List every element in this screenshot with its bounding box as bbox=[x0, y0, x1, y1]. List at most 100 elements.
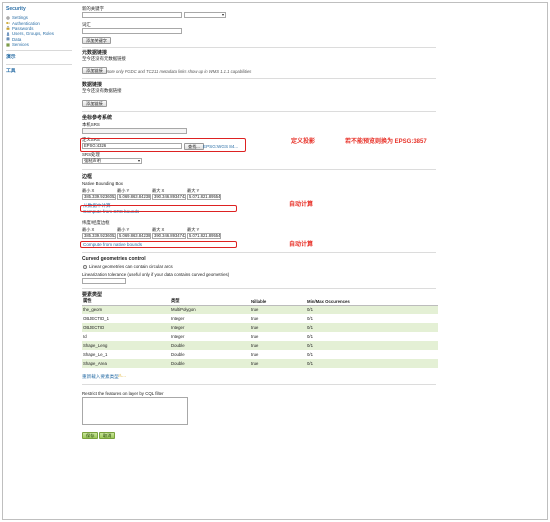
col-header-nillable: Nillable bbox=[250, 298, 306, 306]
add-data-link-button[interactable]: 添加链接 bbox=[82, 100, 107, 107]
vocabulary-field[interactable] bbox=[82, 28, 182, 34]
annotation-box-declared-srs bbox=[80, 138, 246, 152]
cell-nillable: true bbox=[250, 323, 306, 332]
crs-title: 坐标参考系统 bbox=[82, 115, 113, 121]
cell-type: Double bbox=[170, 350, 250, 359]
table-row: Shape_Leng Double true 0/1 bbox=[82, 341, 438, 350]
metadata-links-note: Note only FGDC and TC211 metadata links … bbox=[106, 68, 252, 74]
divider bbox=[82, 384, 436, 385]
annotation-box-compute-data bbox=[80, 205, 237, 212]
key-icon bbox=[6, 21, 10, 25]
cell-nillable: true bbox=[250, 305, 306, 314]
annotation-define-projection: 定义投影 bbox=[291, 139, 316, 145]
cell-attribute: Id bbox=[82, 332, 170, 341]
services-icon bbox=[6, 43, 10, 47]
radio-icon[interactable] bbox=[83, 264, 87, 269]
annotation-preview-note: 若不能预览则换为 EPSG:3857 bbox=[345, 139, 427, 145]
divider bbox=[82, 47, 436, 48]
annotation-auto-compute-2: 自动计算 bbox=[289, 242, 314, 248]
divider bbox=[82, 169, 436, 170]
latlon-minx-field[interactable]: 385.339.9236052 bbox=[82, 233, 116, 239]
col-header-type: 类型 bbox=[170, 298, 250, 306]
annotation-auto-compute-1: 自动计算 bbox=[289, 202, 314, 208]
cell-type: MultiPolygon bbox=[170, 305, 250, 314]
sidebar-item-label: Data bbox=[12, 36, 22, 42]
sidebar-divider bbox=[6, 50, 72, 52]
cell-attribute: the_geom bbox=[82, 305, 170, 314]
native-bbox-label: Native Bounding Box bbox=[82, 181, 124, 186]
srs-policy-select[interactable]: 强制声明 ▾ bbox=[82, 158, 142, 164]
data-links-title: 数据链接 bbox=[82, 82, 103, 88]
cell-type: Integer bbox=[170, 323, 250, 332]
users-icon bbox=[6, 32, 10, 36]
keyword-value-field[interactable] bbox=[82, 12, 182, 18]
cell-occurrences: 0/1 bbox=[306, 332, 438, 341]
native-minx-field[interactable]: 385.339.9236052 bbox=[82, 194, 116, 200]
sidebar-divider bbox=[6, 64, 72, 66]
cell-type: Double bbox=[170, 341, 250, 350]
reload-feature-type-link[interactable]: 重新载入要素类型 bbox=[82, 374, 119, 380]
sidebar-item-label: Settings bbox=[12, 15, 28, 21]
sidebar-link-demo[interactable]: 演示 bbox=[6, 53, 72, 61]
keyword-language-select[interactable]: ▾ bbox=[184, 12, 226, 18]
metadata-links-empty-text: 至今还没有元数据链接 bbox=[82, 56, 126, 61]
add-metadata-link-button[interactable]: 添加链接 bbox=[82, 67, 107, 74]
latlon-bbox-label: 纬度/经度边框 bbox=[82, 220, 110, 225]
sidebar-item-label: Users, Groups, Roles bbox=[12, 31, 54, 37]
cell-nillable: true bbox=[250, 359, 306, 368]
cell-occurrences: 0/1 bbox=[306, 323, 438, 332]
lock-icon bbox=[6, 26, 10, 31]
metadata-links-title: 元数据链接 bbox=[82, 50, 108, 56]
table-row: Shape_Le_1 Double true 0/1 bbox=[82, 350, 438, 359]
cell-attribute: OBJECTID_1 bbox=[82, 314, 170, 323]
divider bbox=[82, 252, 436, 253]
native-maxy-field[interactable]: 5.071.821.895545 bbox=[187, 194, 221, 200]
cell-attribute: Shape_Area bbox=[82, 359, 170, 368]
tolerance-label: Linearization tolerance (useful only if … bbox=[82, 272, 230, 277]
linear-arcs-label: Linear geometries can contain circular a… bbox=[89, 264, 173, 269]
cell-attribute: Shape_Leng bbox=[82, 341, 170, 350]
keyword-field-label: 新的关键字 bbox=[82, 6, 104, 11]
cell-occurrences: 0/1 bbox=[306, 305, 438, 314]
add-keyword-button[interactable]: 添加关键字 bbox=[82, 37, 111, 44]
attributes-table: 属性 类型 Nillable Min/Max Occurences the_ge… bbox=[82, 298, 438, 368]
table-row: the_geom MultiPolygon true 0/1 bbox=[82, 305, 438, 314]
divider bbox=[82, 111, 436, 112]
cancel-button[interactable]: 取消 bbox=[99, 432, 116, 439]
sidebar-item-services[interactable]: Services bbox=[6, 42, 72, 47]
latlon-miny-field[interactable]: 5.069.863.842386 bbox=[117, 233, 151, 239]
cell-type: Double bbox=[170, 359, 250, 368]
srs-policy-value: 强制声明 bbox=[84, 158, 101, 163]
cell-occurrences: 0/1 bbox=[306, 314, 438, 323]
chevron-down-icon: ▾ bbox=[137, 158, 140, 163]
cell-occurrences: 0/1 bbox=[306, 350, 438, 359]
table-row: OBJECTID Integer true 0/1 bbox=[82, 323, 438, 332]
latlon-maxy-field[interactable]: 5.071.821.895545 bbox=[187, 233, 221, 239]
cell-occurrences: 0/1 bbox=[306, 341, 438, 350]
cql-filter-label: Restrict the features on layer by CQL fi… bbox=[82, 391, 164, 396]
gear-icon bbox=[6, 16, 10, 20]
tolerance-field[interactable] bbox=[82, 278, 126, 284]
data-links-empty-text: 至今还没有数据链接 bbox=[82, 88, 122, 93]
table-row: Shape_Area Double true 0/1 bbox=[82, 359, 438, 368]
latlon-maxx-field[interactable]: 390.346.8934742 bbox=[152, 233, 186, 239]
annotation-box-compute-native bbox=[80, 241, 237, 248]
bounds-title: 边框 bbox=[82, 174, 93, 180]
save-button[interactable]: 保存 bbox=[82, 432, 99, 439]
native-miny-field[interactable]: 5.069.863.842386 bbox=[117, 194, 151, 200]
database-icon bbox=[6, 37, 10, 41]
feature-type-title: 要素类型 bbox=[82, 292, 103, 298]
col-header-occurrences: Min/Max Occurences bbox=[306, 298, 438, 306]
col-header-attribute: 属性 bbox=[82, 298, 170, 306]
cell-nillable: true bbox=[250, 314, 306, 323]
cell-attribute: OBJECTID bbox=[82, 323, 170, 332]
table-row: OBJECTID_1 Integer true 0/1 bbox=[82, 314, 438, 323]
native-srs-field[interactable] bbox=[82, 128, 187, 134]
cell-nillable: true bbox=[250, 350, 306, 359]
sidebar-link-tools[interactable]: 工具 bbox=[6, 67, 72, 75]
native-maxx-field[interactable]: 390.346.8934742 bbox=[152, 194, 186, 200]
cell-nillable: true bbox=[250, 341, 306, 350]
sidebar: Security Settings Authentication Passwor… bbox=[6, 6, 72, 75]
linear-arcs-option[interactable]: Linear geometries can contain circular a… bbox=[83, 264, 173, 269]
cql-filter-textarea[interactable] bbox=[82, 397, 188, 425]
